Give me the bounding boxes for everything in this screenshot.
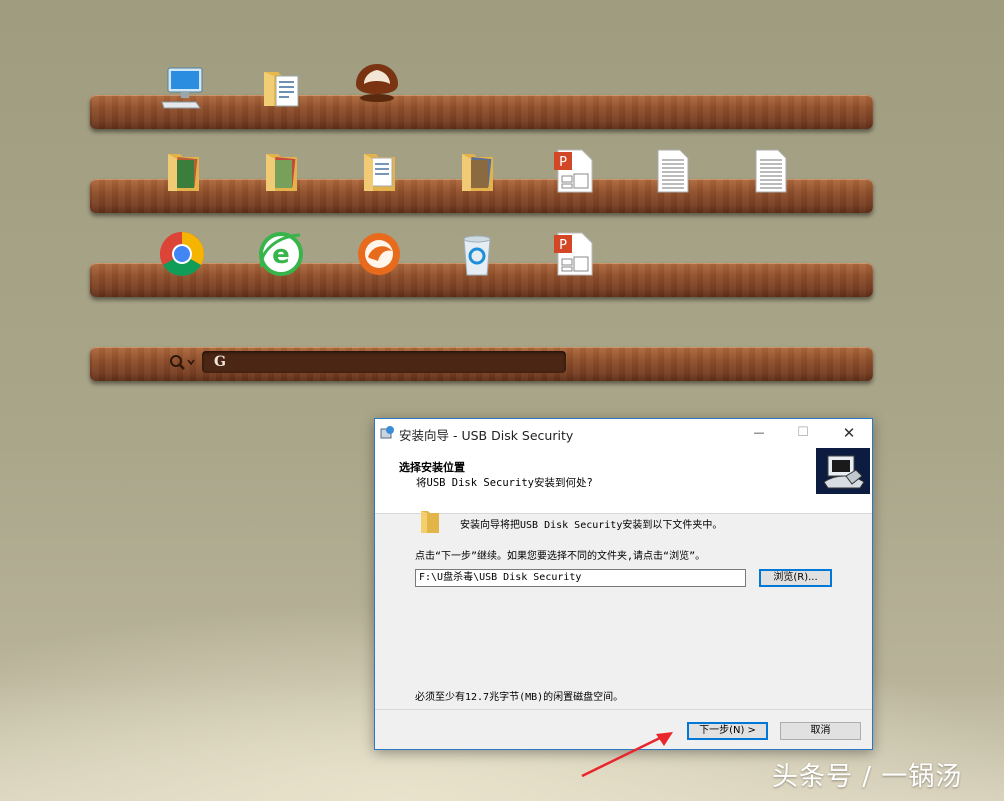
- cancel-button[interactable]: 取消: [780, 722, 861, 740]
- maximize-button[interactable]: ☐: [780, 419, 826, 447]
- search-input[interactable]: G: [202, 351, 566, 373]
- photo-folder-icon[interactable]: [454, 146, 504, 196]
- ie-icon[interactable]: e: [256, 229, 306, 279]
- document-folder-icon[interactable]: [258, 62, 308, 112]
- dialog-title: 安装向导 - USB Disk Security: [399, 428, 574, 443]
- cheetah-browser-icon[interactable]: [354, 229, 404, 279]
- recycle-bin-icon[interactable]: [452, 229, 502, 279]
- header-title: 选择安装位置: [399, 461, 465, 474]
- svg-text:P: P: [559, 238, 567, 253]
- footer-separator: [375, 709, 872, 710]
- folder-icon: [421, 511, 439, 533]
- ppt-file-icon[interactable]: P: [550, 229, 600, 279]
- photo-folder-icon[interactable]: [258, 146, 308, 196]
- computer-icon[interactable]: [158, 62, 208, 112]
- wizard-header: 选择安装位置 将USB Disk Security安装到何处?: [375, 447, 872, 514]
- usb-security-logo-icon: [816, 448, 870, 494]
- browse-button[interactable]: 浏览(R)...: [759, 569, 832, 587]
- install-wizard-dialog: 安装向导 - USB Disk Security — ☐ ✕ 选择安装位置 将U…: [374, 418, 873, 750]
- install-message: 安装向导将把USB Disk Security安装到以下文件夹中。: [460, 520, 723, 531]
- title-bar[interactable]: 安装向导 - USB Disk Security — ☐ ✕: [375, 419, 872, 447]
- svg-text:P: P: [559, 155, 567, 170]
- instruction-text: 点击“下一步”继续。如果您要选择不同的文件夹,请点击“浏览”。: [415, 551, 706, 562]
- ppt-file-icon[interactable]: P: [550, 146, 600, 196]
- red-arrow-annotation: [581, 732, 673, 778]
- photo-folder-icon[interactable]: [160, 146, 210, 196]
- chestnut-app-icon[interactable]: [352, 60, 402, 110]
- minimize-button[interactable]: —: [736, 419, 782, 447]
- close-button[interactable]: ✕: [826, 419, 872, 447]
- chrome-icon[interactable]: [157, 229, 207, 279]
- text-file-icon[interactable]: [746, 146, 796, 196]
- header-subtitle: 将USB Disk Security安装到何处?: [416, 477, 593, 489]
- next-button[interactable]: 下一步(N) >: [687, 722, 768, 740]
- document-folder-icon[interactable]: [356, 146, 406, 196]
- watermark-text: 头条号 / 一锅汤: [772, 762, 963, 792]
- installer-app-icon: [380, 426, 394, 439]
- disk-space-text: 必须至少有12.7兆字节(MB)的闲置磁盘空间。: [415, 692, 624, 703]
- install-path-field[interactable]: F:\U盘杀毒\USB Disk Security: [415, 569, 746, 587]
- text-file-icon[interactable]: [648, 146, 698, 196]
- search-icon[interactable]: [168, 353, 198, 371]
